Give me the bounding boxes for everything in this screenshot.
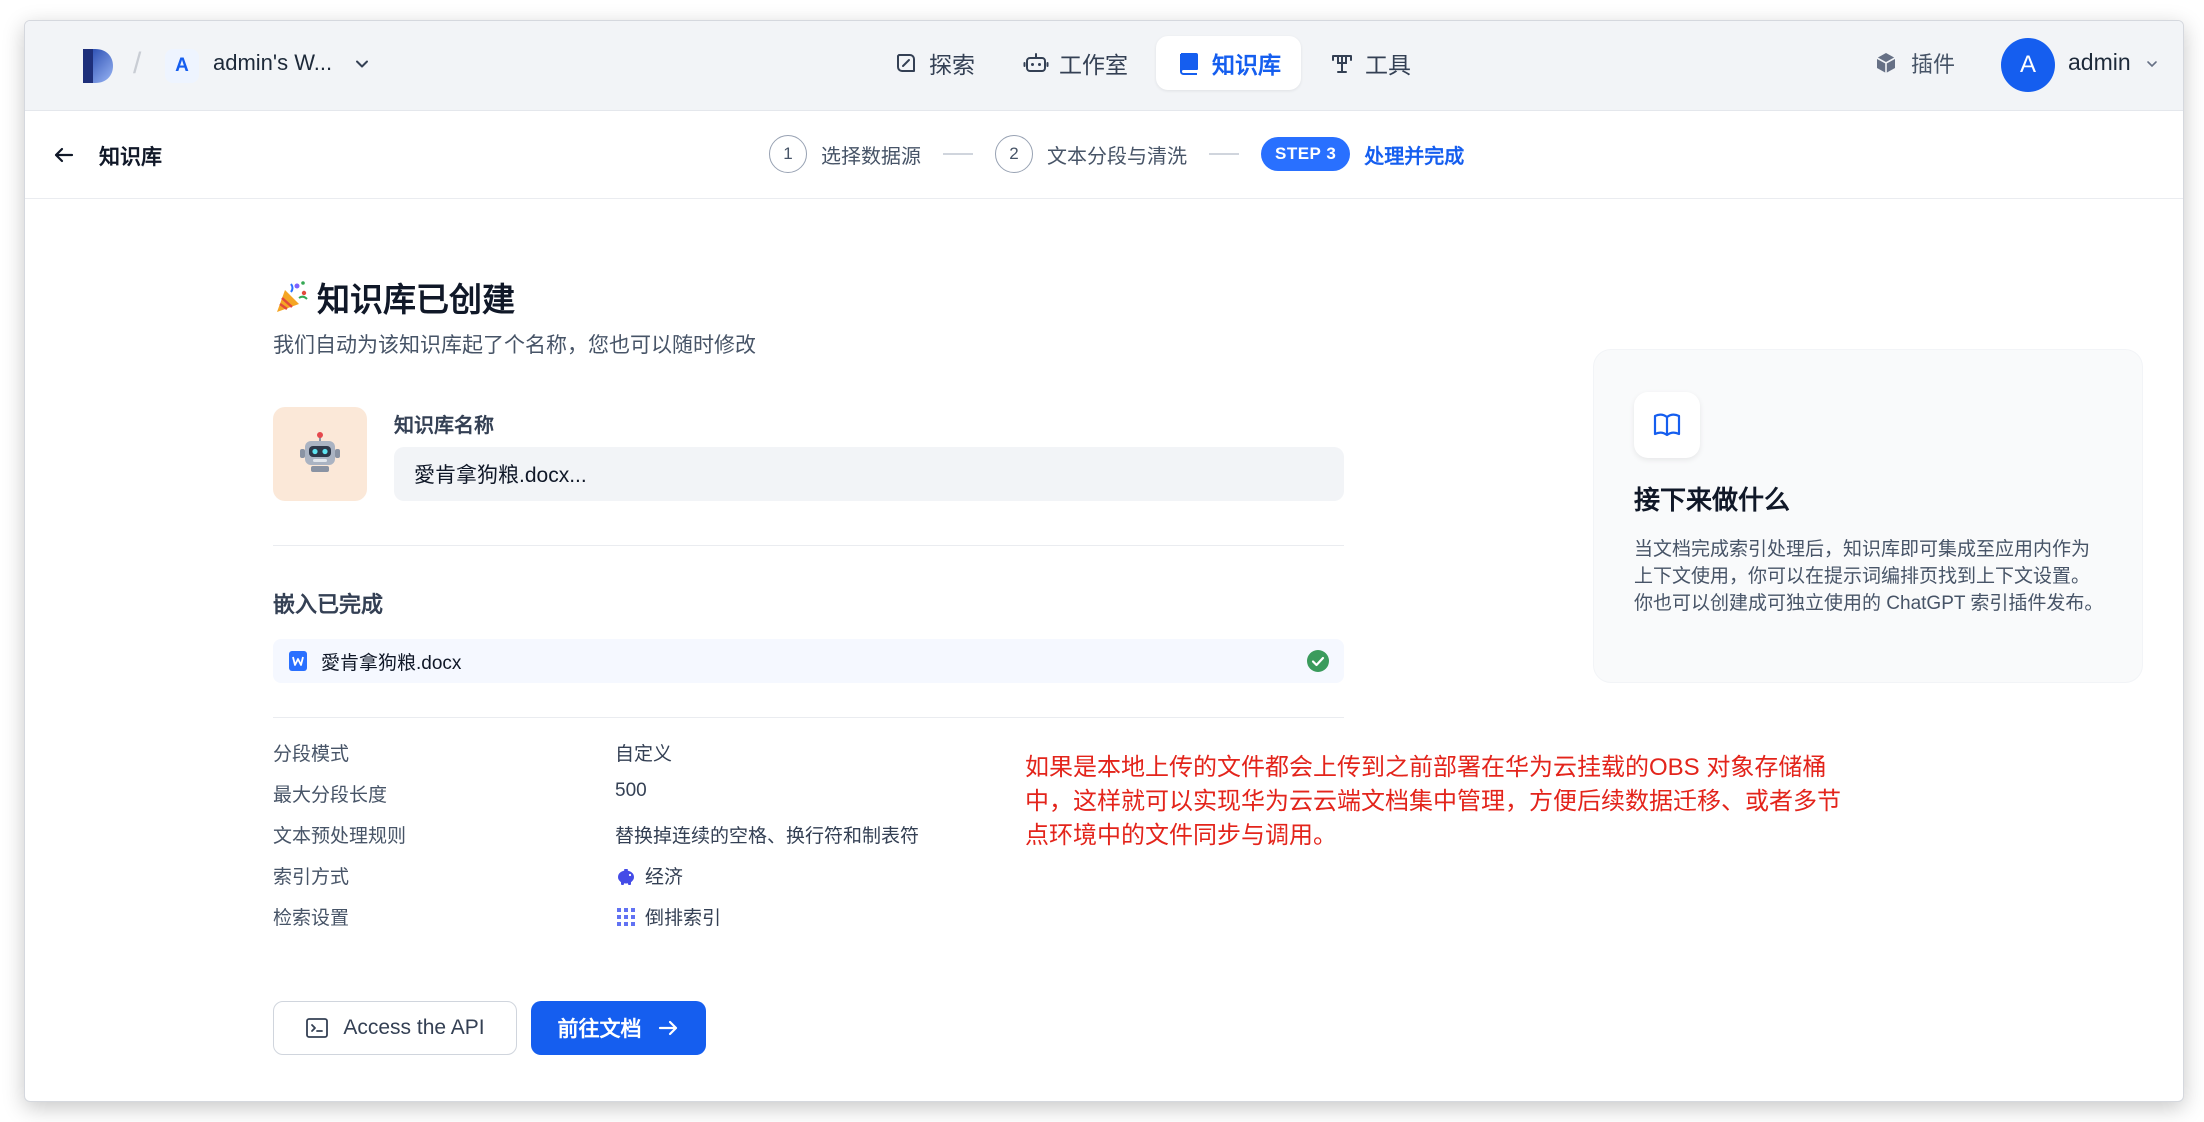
info-value: 自定义 [615,739,672,766]
info-value: 倒排索引 [615,903,721,930]
party-popper-icon [277,281,308,312]
info-key: 最大分段长度 [273,785,388,806]
step-divider [943,153,973,155]
book-icon [1180,53,1198,75]
annotation-note: 如果是本地上传的文件都会上传到之前部署在华为云挂载的OBS 对象存储桶中，这样就… [1025,754,1841,849]
check-circle-icon [1307,650,1329,672]
arrow-left-icon[interactable] [51,142,77,168]
embedded-file-row: 愛肯拿狗粮.docx [273,639,1344,683]
section-divider [273,717,1344,718]
info-value: 500 [615,780,647,802]
piggy-bank-icon [618,868,634,885]
info-value: 替换掉连续的空格、换行符和制表符 [615,821,919,848]
book-badge [1634,392,1700,458]
next-steps-description: 当文档完成索引处理后，知识库即可集成至应用内作为上下文使用，你可以在提示词编排页… [1634,539,2104,614]
explore-icon [897,54,915,72]
info-key: 分段模式 [273,744,350,765]
step-2-number: 2 [995,135,1033,173]
workspace-avatar[interactable]: A [165,49,199,83]
user-avatar[interactable]: A [2001,38,2055,92]
chevron-down-icon[interactable] [2145,57,2159,71]
nav-explore[interactable]: 探索 [873,36,995,90]
info-value-text: 经济 [645,867,684,888]
knowledge-name-label: 知识库名称 [394,415,494,437]
section-divider [273,545,1344,546]
arrow-right-icon [658,1020,677,1036]
step-divider [1209,153,1239,155]
page-title-row: 知识库已创建 [273,273,515,321]
breadcrumb-separator: / [133,47,142,80]
info-key: 索引方式 [273,867,350,888]
step-2-label: 文本分段与清洗 [1047,145,1187,168]
chevron-down-icon[interactable] [353,55,371,73]
info-value-text: 替换掉连续的空格、换行符和制表符 [615,826,920,847]
grid-icon [617,907,635,926]
nav-explore-label: 探索 [929,52,975,78]
go-to-documents-label: 前往文档 [557,1018,642,1041]
word-doc-icon [289,651,307,671]
knowledge-icon-button[interactable] [273,407,367,501]
knowledge-name-input[interactable] [394,447,1344,501]
embedded-file-name: 愛肯拿狗粮.docx [321,652,462,674]
nav-knowledge-label: 知识库 [1212,52,1281,78]
plugins-button[interactable]: 插件 [1873,47,1955,79]
robot-icon [1023,53,1049,72]
access-api-label: Access the API [343,1016,485,1039]
access-api-button[interactable]: Access the API [273,1001,517,1055]
nav-tools-label: 工具 [1365,52,1411,78]
main-nav: 探索 工作室 知识库 工具 [873,36,1431,90]
info-value-text: 倒排索引 [645,908,722,929]
step-1-label: 选择数据源 [821,145,921,168]
go-to-documents-button[interactable]: 前往文档 [531,1001,706,1055]
workspace-name[interactable]: admin's W... [213,50,332,76]
open-book-icon [1653,413,1681,437]
back-to-knowledge-link[interactable]: 知识库 [99,141,162,171]
next-steps-card: 接下来做什么 当文档完成索引处理后，知识库即可集成至应用内作为上下文使用，你可以… [1593,349,2143,683]
info-value-text: 自定义 [615,744,673,765]
nav-studio-label: 工作室 [1059,52,1128,78]
step-3-label: 处理并完成 [1364,145,1465,168]
step-indicator: 1 选择数据源 2 文本分段与清洗 STEP 3 处理并完成 [769,135,1464,173]
page-title: 知识库已创建 [317,281,515,318]
step-1-number: 1 [769,135,807,173]
next-steps-title: 接下来做什么 [1634,485,1791,515]
nav-studio[interactable]: 工作室 [1003,36,1148,90]
nav-tools[interactable]: 工具 [1309,36,1431,90]
app-window: / A admin's W... 探索 工作室 知识库 工具 插件 A admi… [24,20,2184,1102]
top-navbar: / A admin's W... 探索 工作室 知识库 工具 插件 A admi… [25,21,2183,111]
info-key: 文本预处理规则 [273,826,407,847]
info-value-text: 500 [615,780,647,801]
info-key: 检索设置 [273,908,350,929]
tools-icon [1332,55,1352,73]
nav-knowledge[interactable]: 知识库 [1156,36,1301,90]
terminal-icon [306,1018,329,1038]
page-subtitle: 我们自动为该知识库起了个名称，您也可以随时修改 [273,334,756,357]
info-value: 经济 [615,862,683,889]
embedding-status-title: 嵌入已完成 [273,592,384,617]
cube-icon [1876,53,1896,73]
app-logo-icon[interactable] [81,47,115,85]
step-bar: 知识库 1 选择数据源 2 文本分段与清洗 STEP 3 处理并完成 [25,111,2183,199]
step-3-badge: STEP 3 [1261,137,1351,171]
user-name[interactable]: admin [2068,49,2131,76]
robot-icon [300,432,340,472]
plugins-label: 插件 [1911,52,1956,77]
